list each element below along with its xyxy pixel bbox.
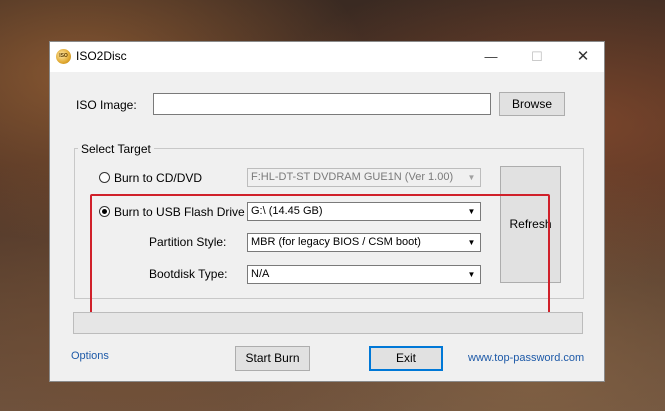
burn-progress-bar — [73, 312, 583, 334]
app-disc-icon: ISO — [56, 49, 71, 64]
window-title: ISO2Disc — [76, 49, 127, 63]
chevron-down-icon: ▼ — [467, 173, 476, 182]
iso2disc-window: ISO ISO2Disc — ☐ ✕ ISO Image: Browse Sel… — [49, 41, 605, 382]
close-button[interactable]: ✕ — [560, 42, 606, 72]
cd-dvd-label[interactable]: Burn to CD/DVD — [114, 171, 202, 185]
website-link[interactable]: www.top-password.com — [468, 352, 584, 364]
title-bar[interactable]: ISO ISO2Disc — ☐ ✕ — [50, 42, 604, 72]
minimize-button[interactable]: — — [468, 42, 514, 72]
maximize-button[interactable]: ☐ — [514, 42, 560, 72]
options-link[interactable]: Options — [71, 350, 109, 362]
iso-image-input[interactable] — [153, 93, 491, 115]
cd-drive-select: F:HL-DT-ST DVDRAM GUE1N (Ver 1.00) ▼ — [247, 168, 481, 187]
iso-image-label: ISO Image: — [76, 98, 137, 112]
cd-dvd-radio[interactable] — [99, 172, 110, 183]
start-burn-button[interactable]: Start Burn — [235, 346, 310, 371]
exit-button[interactable]: Exit — [369, 346, 443, 371]
select-target-label: Select Target — [78, 142, 154, 156]
cd-drive-value: F:HL-DT-ST DVDRAM GUE1N (Ver 1.00) — [251, 171, 454, 183]
browse-button[interactable]: Browse — [499, 92, 565, 116]
